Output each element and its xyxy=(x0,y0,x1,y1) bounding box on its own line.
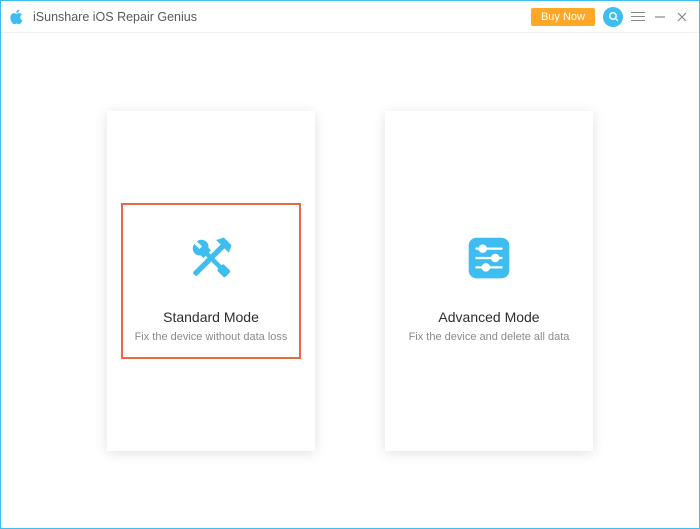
main-content: Standard Mode Fix the device without dat… xyxy=(1,33,699,528)
titlebar: iSunshare iOS Repair Genius Buy Now xyxy=(1,1,699,33)
advanced-mode-frame: Advanced Mode Fix the device and delete … xyxy=(399,205,579,357)
app-title: iSunshare iOS Repair Genius xyxy=(33,10,523,24)
standard-mode-card[interactable]: Standard Mode Fix the device without dat… xyxy=(107,111,315,451)
advanced-mode-card[interactable]: Advanced Mode Fix the device and delete … xyxy=(385,111,593,451)
minimize-button[interactable] xyxy=(653,10,667,24)
sliders-icon xyxy=(460,229,518,287)
app-window: iSunshare iOS Repair Genius Buy Now xyxy=(0,0,700,529)
buy-now-button[interactable]: Buy Now xyxy=(531,8,595,26)
advanced-mode-title: Advanced Mode xyxy=(438,309,539,325)
menu-icon[interactable] xyxy=(631,10,645,24)
standard-mode-title: Standard Mode xyxy=(163,309,259,325)
standard-mode-desc: Fix the device without data loss xyxy=(135,331,288,343)
standard-mode-highlight: Standard Mode Fix the device without dat… xyxy=(121,203,301,359)
advanced-mode-desc: Fix the device and delete all data xyxy=(409,331,570,343)
tools-icon xyxy=(182,229,240,287)
close-button[interactable] xyxy=(675,10,689,24)
account-icon[interactable] xyxy=(603,7,623,27)
app-logo-icon xyxy=(9,9,25,25)
